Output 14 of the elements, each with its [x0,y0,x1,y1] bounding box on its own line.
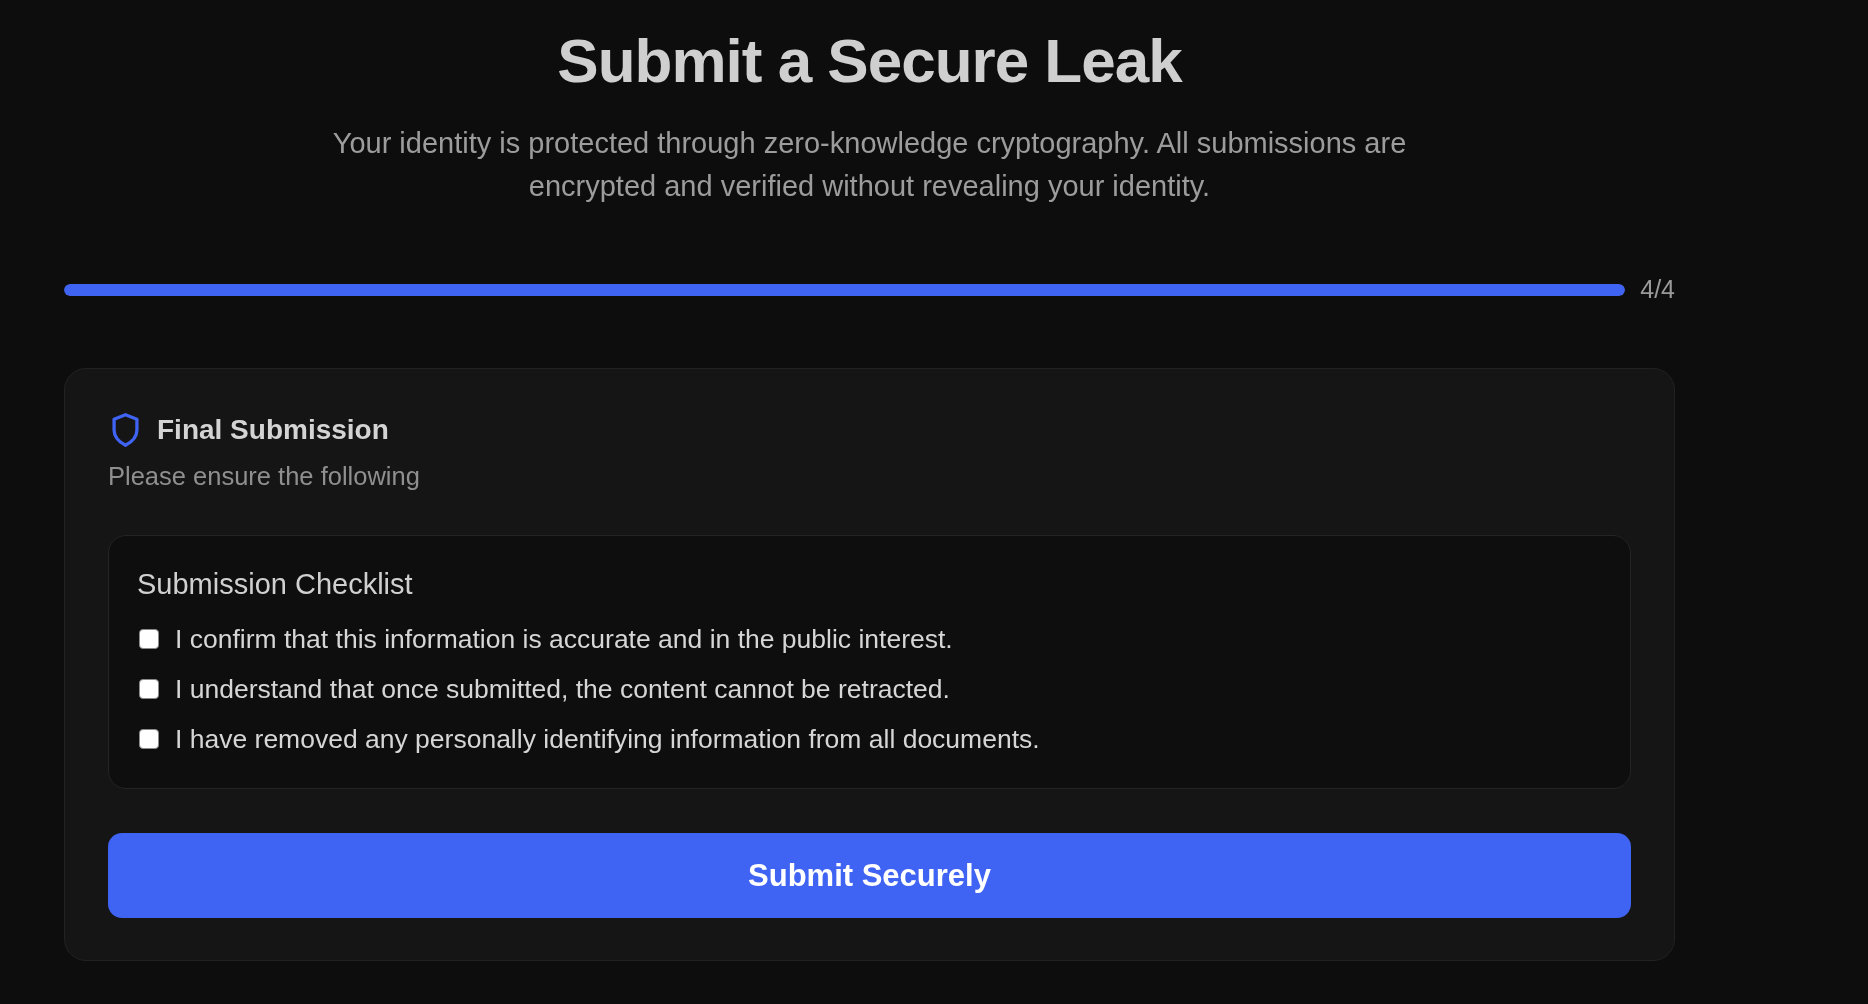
checkbox[interactable] [139,679,159,699]
checklist-title: Submission Checklist [137,568,414,601]
step-counter: 4/4 [1640,275,1675,304]
checkbox-label: I confirm that this information is accurate and in the public interest. [175,623,953,655]
page-title: Submit a Secure Leak [557,25,1182,97]
card-subtitle: Please ensure the following [108,462,421,491]
checkbox[interactable] [139,629,159,649]
checkbox-label: I have removed any personally identifying information from all documents. [175,723,1040,755]
page-subtitle: Your identity is protected through zero-knowledge cryptography. All submissions are encrypted and verified without revealing your identity. [331,126,1408,204]
checkbox-label: I understand that once submitted, the content cannot be retracted. [175,673,950,705]
shield-icon [111,413,140,447]
submit-button[interactable]: Submit Securely [108,833,1631,918]
card-title: Final Submission [157,414,389,446]
checkbox[interactable] [139,729,159,749]
